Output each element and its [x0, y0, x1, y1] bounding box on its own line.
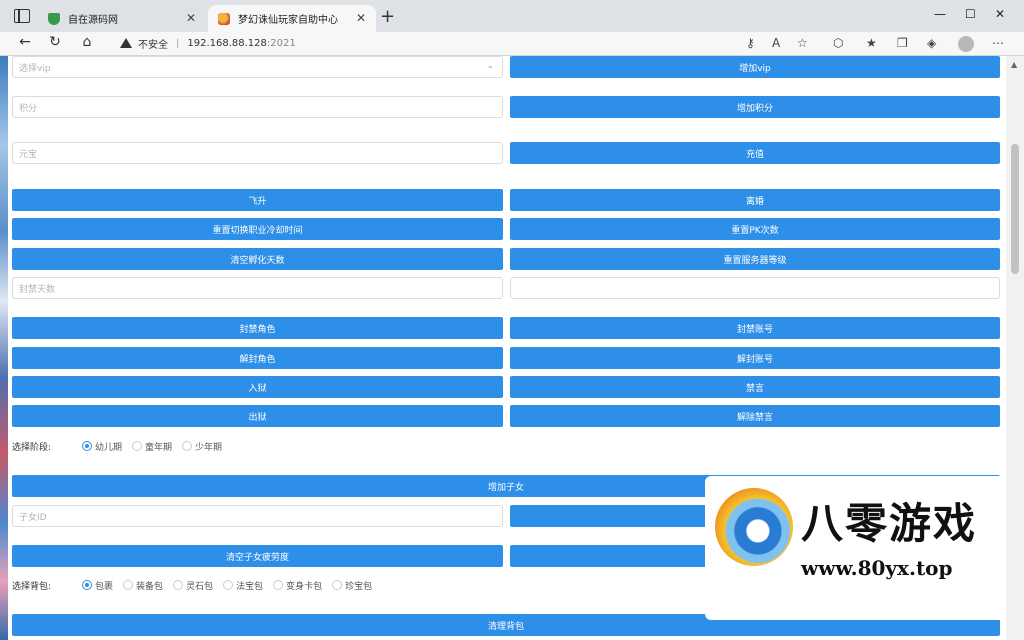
minimize-icon[interactable]: —: [934, 7, 946, 21]
points-input[interactable]: 积分: [12, 96, 503, 118]
tab-player-center[interactable]: 梦幻诛仙玩家自助中心 ✕: [208, 5, 376, 32]
vip-select[interactable]: 选择vip ⌄: [12, 56, 503, 78]
ban-account-button[interactable]: 封禁账号: [510, 317, 1000, 339]
bag-option-transform-card[interactable]: 变身卡包: [273, 579, 322, 592]
option-label: 童年期: [145, 442, 173, 453]
ban-role-button[interactable]: 封禁角色: [12, 317, 503, 339]
security-label: 不安全: [138, 39, 168, 51]
stage-label: 选择阶段:: [12, 442, 52, 453]
page-scrollbar[interactable]: ▲: [1006, 56, 1024, 640]
reset-server-level-button[interactable]: 重置服务器等级: [510, 248, 1000, 270]
close-tab-icon[interactable]: ✕: [186, 11, 196, 25]
option-label: 变身卡包: [286, 581, 323, 592]
close-tab-icon[interactable]: ✕: [356, 11, 366, 25]
radio-checked-icon: [82, 441, 92, 451]
collections-icon[interactable]: ❐: [897, 36, 908, 50]
chevron-down-icon: ⌄: [486, 61, 494, 71]
browser-toolbar: ← ↻ ⌂ 不安全 | 192.168.88.128 :2021 ⚷ A ☆ ⬡…: [0, 32, 1024, 56]
radio-icon: [123, 580, 134, 590]
watermark-logo-icon: [715, 488, 793, 566]
bag-option-parcel[interactable]: 包裹: [82, 579, 113, 592]
watermark-brand: 八零游戏: [801, 499, 978, 548]
radio-icon: [173, 580, 184, 590]
option-label: 包裹: [95, 581, 114, 592]
ban-days-input[interactable]: 封禁天数: [12, 277, 503, 299]
recharge-button[interactable]: 充值: [510, 142, 1000, 164]
address-divider: |: [176, 37, 180, 49]
address-bar[interactable]: 不安全 | 192.168.88.128 :2021: [108, 33, 818, 53]
add-vip-button[interactable]: 增加vip: [510, 56, 1000, 78]
option-label: 灵石包: [186, 581, 214, 592]
reset-job-cooldown-button[interactable]: 重置切换职业冷却时间: [12, 218, 503, 240]
radio-icon: [223, 580, 234, 590]
ascend-button[interactable]: 飞升: [12, 189, 503, 211]
desktop-background-strip: [0, 56, 8, 640]
address-host: 192.168.88.128: [187, 37, 267, 49]
bag-option-equipment[interactable]: 装备包: [123, 579, 163, 592]
extensions-icon[interactable]: ⬡: [833, 36, 843, 50]
refresh-icon[interactable]: ↻: [46, 34, 64, 50]
profile-avatar[interactable]: [958, 36, 974, 52]
ban-days-aux-input[interactable]: [510, 277, 1000, 299]
option-label: 少年期: [195, 442, 223, 453]
bag-option-spiritstone[interactable]: 灵石包: [173, 579, 213, 592]
scroll-up-icon[interactable]: ▲: [1011, 60, 1017, 69]
jail-button[interactable]: 入狱: [12, 376, 503, 398]
option-label: 法宝包: [236, 581, 264, 592]
bag-option-jewel[interactable]: 珍宝包: [332, 579, 372, 592]
unban-role-button[interactable]: 解封角色: [12, 347, 503, 369]
tab-label: 梦幻诛仙玩家自助中心: [238, 15, 338, 26]
stage-option-infant[interactable]: 幼儿期: [82, 440, 122, 453]
unmute-button[interactable]: 解除禁言: [510, 405, 1000, 427]
maximize-icon[interactable]: ☐: [965, 7, 976, 21]
radio-checked-icon: [82, 580, 92, 590]
shield-favicon-icon: [48, 12, 60, 25]
bag-option-treasure[interactable]: 法宝包: [223, 579, 263, 592]
yuanbao-input[interactable]: 元宝: [12, 142, 503, 164]
divorce-button[interactable]: 离婚: [510, 189, 1000, 211]
more-menu-icon[interactable]: ⋯: [992, 36, 1004, 50]
unban-account-button[interactable]: 解封账号: [510, 347, 1000, 369]
option-label: 幼儿期: [95, 442, 123, 453]
close-window-icon[interactable]: ✕: [995, 7, 1005, 21]
tab-bar: 自在源码网 ✕ 梦幻诛仙玩家自助中心 ✕ + — ☐ ✕: [0, 0, 1024, 32]
stage-option-child[interactable]: 童年期: [132, 440, 172, 453]
reset-pk-button[interactable]: 重置PK次数: [510, 218, 1000, 240]
option-label: 珍宝包: [345, 581, 373, 592]
stage-radio-group: 选择阶段: 幼儿期 童年期 少年期: [12, 438, 232, 454]
radio-icon: [273, 580, 284, 590]
new-tab-icon[interactable]: +: [380, 6, 395, 27]
scrollbar-thumb[interactable]: [1011, 144, 1019, 274]
watermark: 八零游戏 www.80yx.top: [705, 476, 1005, 620]
stage-option-teen[interactable]: 少年期: [182, 440, 222, 453]
release-button[interactable]: 出狱: [12, 405, 503, 427]
tab-label: 自在源码网: [68, 15, 118, 26]
mute-button[interactable]: 禁言: [510, 376, 1000, 398]
bag-radio-group: 选择背包: 包裹 装备包 灵石包 法宝包 变身卡包 珍宝包: [12, 577, 382, 593]
game-favicon-icon: [218, 12, 230, 25]
bag-label: 选择背包:: [12, 581, 52, 592]
home-icon[interactable]: ⌂: [78, 34, 96, 50]
read-aloud-icon[interactable]: A: [772, 36, 780, 50]
child-id-input[interactable]: 子女ID: [12, 505, 503, 527]
tab-zizai[interactable]: 自在源码网 ✕: [38, 5, 206, 32]
back-icon[interactable]: ←: [16, 34, 34, 50]
radio-icon: [332, 580, 343, 590]
address-port: :2021: [266, 37, 296, 49]
clear-child-fatigue-button[interactable]: 清空子女疲劳度: [12, 545, 503, 567]
browser-essentials-icon[interactable]: ◈: [927, 36, 936, 50]
favorite-add-icon[interactable]: ☆: [797, 36, 808, 50]
radio-icon: [182, 441, 193, 451]
add-points-button[interactable]: 增加积分: [510, 96, 1000, 118]
option-label: 装备包: [136, 581, 164, 592]
radio-icon: [132, 441, 143, 451]
watermark-url: www.80yx.top: [801, 556, 953, 580]
key-icon[interactable]: ⚷: [746, 36, 755, 50]
warning-icon: [120, 38, 132, 48]
clear-incubate-button[interactable]: 清空孵化天数: [12, 248, 503, 270]
vip-select-placeholder: 选择vip: [19, 63, 51, 74]
favorites-icon[interactable]: ★: [866, 36, 877, 50]
tab-actions-icon[interactable]: [14, 9, 30, 23]
